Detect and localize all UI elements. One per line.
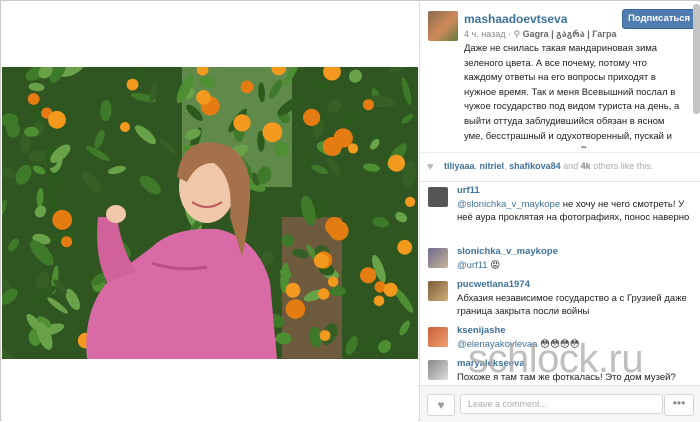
comment-body: 😡 bbox=[487, 260, 501, 271]
comment-avatar[interactable] bbox=[428, 187, 448, 207]
comment-user[interactable]: slonichka_v_maykope bbox=[457, 246, 558, 257]
comment-user[interactable]: ksenijashe bbox=[457, 325, 506, 336]
liker-1[interactable]: tiliyaaa bbox=[444, 161, 475, 171]
comment-user[interactable]: urf11 bbox=[457, 185, 480, 196]
leaf bbox=[307, 82, 327, 91]
more-options-button[interactable]: ••• bbox=[664, 394, 694, 416]
comment-body: Абхазия независимое государство а с Груз… bbox=[457, 293, 687, 317]
tangerine bbox=[196, 90, 211, 105]
like-button[interactable]: ♥ bbox=[427, 394, 455, 416]
post-caption: Даже не снилась такая мандариновая зима … bbox=[464, 43, 680, 148]
post-meta: 4 ч. назад · ⚲ Gagra | გაგრა | Гагра bbox=[464, 29, 616, 40]
comment-avatar[interactable] bbox=[428, 360, 448, 380]
heart-icon: ♥ bbox=[427, 161, 434, 173]
comment-bar: ♥ Leave a comment... ••• bbox=[420, 385, 700, 422]
comment-mention[interactable]: @urf11 bbox=[457, 260, 488, 271]
comment-avatar[interactable] bbox=[428, 281, 448, 301]
comment-avatar[interactable] bbox=[428, 248, 448, 268]
post-photo[interactable] bbox=[2, 67, 418, 359]
watermark: schlock.ru bbox=[468, 337, 644, 381]
post-location[interactable]: Gagra | გაგრა | Гагра bbox=[523, 29, 617, 39]
tangerine bbox=[388, 154, 405, 172]
others-text: others like this. bbox=[593, 161, 654, 171]
liker-3[interactable]: shafikova84 bbox=[509, 161, 561, 171]
comment-text: Абхазия независимое государство а с Груз… bbox=[457, 292, 697, 318]
photo-pane bbox=[2, 2, 418, 421]
tangerine bbox=[52, 209, 73, 230]
tangerine bbox=[362, 99, 374, 111]
comment-input[interactable]: Leave a comment... bbox=[460, 394, 663, 414]
tangerine bbox=[360, 267, 377, 284]
author-username[interactable]: mashaadoevtseva bbox=[464, 12, 567, 26]
likes-count[interactable]: 4k bbox=[581, 161, 591, 171]
likes-text: tiliyaaa, nitriel, shafikova84 and 4k ot… bbox=[444, 161, 654, 171]
comment-user[interactable]: pucwetlana1974 bbox=[457, 279, 530, 290]
heart-icon: ♥ bbox=[437, 398, 445, 412]
tangerine bbox=[348, 143, 359, 154]
comment-mention[interactable]: @slonichka_v_maykope bbox=[457, 199, 560, 210]
tangerine bbox=[120, 122, 130, 132]
liker-2[interactable]: nitriel bbox=[480, 161, 505, 171]
tangerine bbox=[327, 276, 339, 287]
tangerine bbox=[319, 330, 331, 341]
tangerine bbox=[285, 299, 306, 319]
tangerine bbox=[303, 108, 321, 126]
post-time[interactable]: 4 ч. назад bbox=[464, 29, 505, 39]
tangerine bbox=[405, 196, 416, 207]
post-header: mashaadoevtseva Подписаться 4 ч. назад ·… bbox=[420, 2, 700, 152]
tangerine-tree-photo bbox=[2, 67, 418, 359]
likes-bar: ♥ tiliyaaa, nitriel, shafikova84 and 4k … bbox=[420, 152, 700, 182]
tangerine bbox=[373, 295, 385, 307]
tangerine bbox=[318, 288, 330, 300]
author-avatar[interactable] bbox=[428, 11, 458, 41]
tangerine bbox=[383, 282, 398, 297]
location-pin-icon: ⚲ bbox=[513, 29, 521, 39]
tangerine bbox=[27, 93, 40, 105]
tangerine bbox=[61, 236, 73, 248]
comment-avatar[interactable] bbox=[428, 327, 448, 347]
and-text: and bbox=[563, 161, 579, 171]
tangerine bbox=[126, 78, 139, 91]
tangerine bbox=[48, 110, 66, 129]
tangerine bbox=[262, 122, 283, 143]
tangerine bbox=[233, 114, 251, 132]
comment-text: @slonichka_v_maykope не хочу не чего смо… bbox=[457, 198, 697, 224]
tangerine bbox=[240, 80, 254, 94]
tangerine bbox=[325, 217, 344, 236]
tangerine bbox=[397, 239, 413, 255]
follow-button[interactable]: Подписаться bbox=[622, 9, 696, 29]
caption-scrollbar[interactable] bbox=[693, 4, 700, 114]
tangerine bbox=[322, 137, 342, 156]
tangerine bbox=[313, 253, 329, 269]
tangerine bbox=[285, 282, 301, 298]
comment-text: @urf11 😡 bbox=[457, 259, 697, 272]
